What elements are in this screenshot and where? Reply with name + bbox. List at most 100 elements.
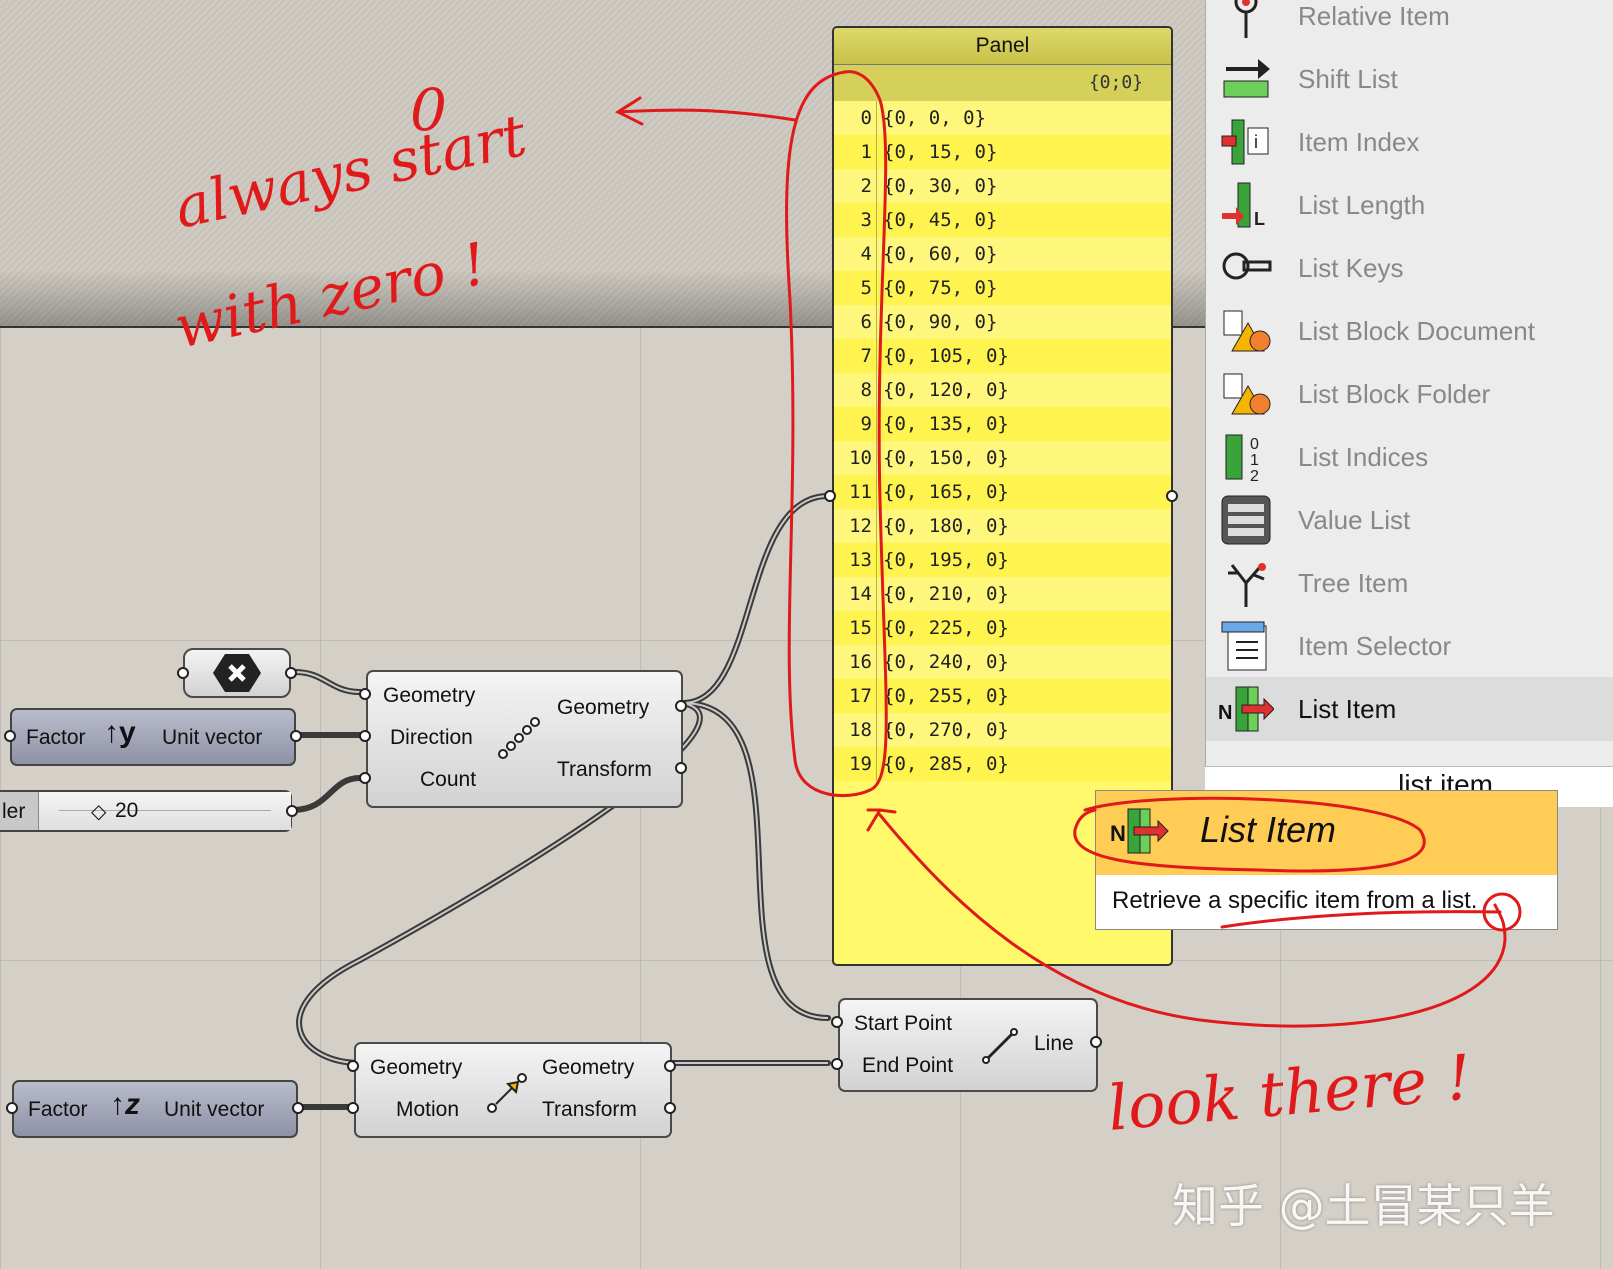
count-input-grip[interactable] (359, 772, 371, 784)
input-grip[interactable] (177, 667, 189, 679)
panel-row: 2 {0, 30, 0} (834, 169, 1171, 203)
wire-array-to-line-start (680, 700, 831, 1021)
panel-row-index: 9 (834, 407, 877, 441)
menu-item-tree-item[interactable]: Tree Item (1206, 551, 1613, 615)
panel-row-index: 10 (834, 441, 877, 475)
output-grip[interactable] (286, 805, 298, 817)
svg-text:2: 2 (1250, 468, 1259, 485)
close-icon (213, 654, 261, 692)
panel-row-index: 14 (834, 577, 877, 611)
unit-vector-output-label: Unit vector (164, 1098, 265, 1121)
menu-item-list-block-document[interactable]: List Block Document (1206, 299, 1613, 363)
wire-slider-to-count (290, 775, 363, 813)
line-component[interactable]: Start Point End Point Line (831, 998, 1102, 1092)
geometry-input-label: Geometry (383, 684, 476, 707)
geometry-output-grip[interactable] (664, 1060, 676, 1072)
menu-item-item-index[interactable]: i Item Index (1206, 110, 1613, 174)
direction-input-grip[interactable] (359, 730, 371, 742)
menu-item-list-length[interactable]: L List Length (1206, 173, 1613, 237)
unit-z-component[interactable]: Factor ↑z Unit vector (6, 1080, 304, 1138)
panel-row-value: {0, 195, 0} (883, 549, 1009, 571)
transform-output-label: Transform (557, 758, 652, 781)
slider-track[interactable]: ◇ 20 (38, 792, 291, 830)
list-keys-icon (1222, 252, 1272, 280)
panel-row-value: {0, 135, 0} (883, 413, 1009, 435)
output-grip[interactable] (290, 730, 302, 742)
menu-item-label: List Keys (1298, 252, 1404, 283)
panel-row-index: 0 (834, 101, 877, 135)
menu-item-label: Relative Item (1298, 0, 1450, 31)
axis-glyph: y (119, 716, 136, 749)
unit-vector-output-label: Unit vector (162, 726, 263, 749)
panel-row-index: 7 (834, 339, 877, 373)
panel-row: 5 {0, 75, 0} (834, 271, 1171, 305)
menu-item-value-list[interactable]: Value List (1206, 488, 1613, 552)
menu-item-label: Value List (1298, 504, 1411, 535)
panel-row-index: 17 (834, 679, 877, 713)
panel-tree-path: {0;0} (834, 65, 1171, 101)
line-output-grip[interactable] (1090, 1036, 1102, 1048)
menu-item-label: Tree Item (1298, 567, 1409, 598)
unit-y-component[interactable]: Factor ↑y Unit vector (4, 708, 302, 766)
linear-array-icon (498, 717, 540, 759)
menu-item-label: List Block Folder (1298, 378, 1491, 409)
panel-row-value: {0, 210, 0} (883, 583, 1009, 605)
linear-array-component[interactable]: Geometry Direction Count Geometry Transf… (359, 670, 687, 808)
input-grip[interactable] (4, 730, 16, 742)
menu-item-list-item[interactable]: N List Item (1206, 677, 1613, 741)
menu-item-list-keys[interactable]: List Keys (1206, 236, 1613, 300)
output-grip[interactable] (285, 667, 297, 679)
menu-item-item-selector[interactable]: Item Selector (1206, 614, 1613, 678)
geometry-input-grip[interactable] (347, 1060, 359, 1072)
line-output-label: Line (1034, 1032, 1074, 1055)
item-index-icon: i (1221, 119, 1269, 165)
panel-row: 9 {0, 135, 0} (834, 407, 1171, 441)
transform-output-grip[interactable] (664, 1102, 676, 1114)
menu-item-list-block-folder[interactable]: List Block Folder (1206, 362, 1613, 426)
menu-item-shift-list[interactable]: Shift List (1206, 47, 1613, 111)
motion-input-grip[interactable] (347, 1102, 359, 1114)
panel-row: 6 {0, 90, 0} (834, 305, 1171, 339)
panel-row-index: 1 (834, 135, 877, 169)
panel-row: 16 {0, 240, 0} (834, 645, 1171, 679)
panel-row: 17 {0, 255, 0} (834, 679, 1171, 713)
list-item-icon: N (1218, 686, 1274, 732)
clear-toggle-component[interactable] (177, 648, 297, 698)
panel-input-grip[interactable] (824, 490, 836, 502)
panel-row-value: {0, 120, 0} (883, 379, 1009, 401)
panel-row-value: {0, 90, 0} (883, 311, 998, 333)
end-point-input-grip[interactable] (831, 1058, 843, 1070)
move-component[interactable]: Geometry Motion Geometry Transform (347, 1042, 676, 1138)
svg-text:1: 1 (1250, 452, 1259, 469)
panel-row-value: {0, 165, 0} (883, 481, 1009, 503)
svg-text:N: N (1218, 702, 1232, 724)
panel-row: 3 {0, 45, 0} (834, 203, 1171, 237)
geometry-input-grip[interactable] (359, 688, 371, 700)
svg-text:L: L (1254, 209, 1265, 229)
menu-item-list-indices[interactable]: 0 1 2 List Indices (1206, 425, 1613, 489)
start-point-input-grip[interactable] (831, 1016, 843, 1028)
unit-y-icon: ↑y (104, 716, 136, 749)
slider-handle-icon[interactable]: ◇ (91, 799, 106, 824)
panel-row: 0 {0, 0, 0} (834, 101, 1171, 135)
output-grip[interactable] (292, 1102, 304, 1114)
panel-row-index: 11 (834, 475, 877, 509)
geometry-output-label: Geometry (557, 696, 650, 719)
menu-item-relative-item[interactable]: Relative Item (1206, 0, 1613, 48)
panel-row-value: {0, 285, 0} (883, 753, 1009, 775)
factor-input-label: Factor (26, 726, 86, 749)
item-selector-icon (1221, 621, 1267, 671)
geometry-output-grip[interactable] (675, 700, 687, 712)
panel-row-value: {0, 255, 0} (883, 685, 1009, 707)
transform-output-grip[interactable] (675, 762, 687, 774)
list-block-folder-icon (1223, 373, 1271, 415)
panel-row-index: 13 (834, 543, 877, 577)
panel-title: Panel (834, 28, 1171, 65)
tree-item-icon (1228, 563, 1266, 607)
factor-input-label: Factor (28, 1098, 88, 1121)
panel-output-grip[interactable] (1166, 490, 1178, 502)
number-slider[interactable]: ler ◇ 20 (0, 790, 298, 832)
input-grip[interactable] (6, 1102, 18, 1114)
start-point-input-label: Start Point (854, 1012, 953, 1035)
panel-row-value: {0, 15, 0} (883, 141, 998, 163)
